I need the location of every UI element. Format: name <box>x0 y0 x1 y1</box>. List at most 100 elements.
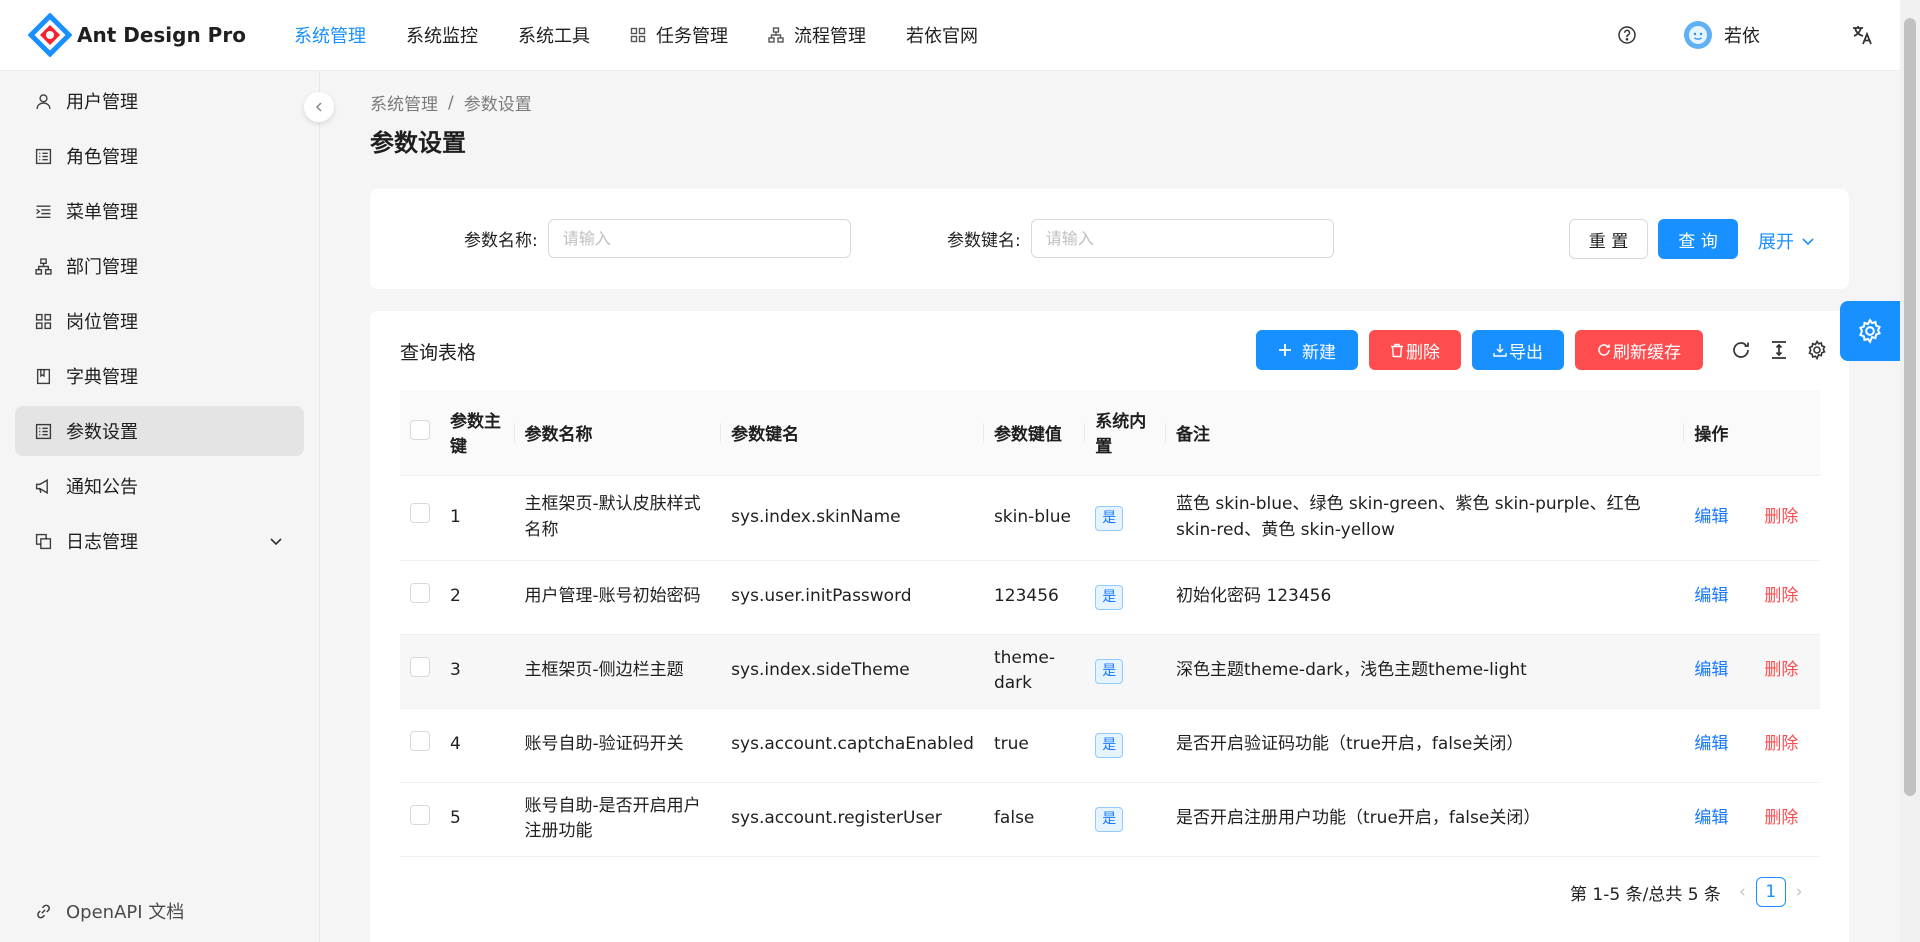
sidebar-item-dictionary-management[interactable]: 字典管理 <box>15 351 304 401</box>
topnav-label: 任务管理 <box>655 26 728 47</box>
sidebar-item-role-management[interactable]: 角色管理 <box>15 131 304 181</box>
refresh-cache-button[interactable]: 刷新缓存 <box>1575 330 1703 370</box>
cluster-icon <box>768 27 784 43</box>
cell-remark: 是否开启注册用户功能（true开启，false关闭） <box>1166 782 1685 857</box>
link-icon <box>37 904 50 918</box>
translation-icon[interactable] <box>1850 23 1874 47</box>
edit-link[interactable]: 编辑 <box>1694 586 1728 606</box>
scrollbar-thumb[interactable] <box>1904 18 1916 796</box>
sidebar-item-user-management[interactable]: 用户管理 <box>15 76 304 126</box>
app-logo[interactable]: Ant Design Pro <box>28 13 246 57</box>
next-page-icon[interactable]: › <box>1796 882 1803 902</box>
delete-link[interactable]: 删除 <box>1764 507 1798 527</box>
edit-link[interactable]: 编辑 <box>1694 507 1728 527</box>
batch-delete-button[interactable]: 删除 <box>1369 330 1461 370</box>
param-name-input[interactable] <box>547 219 851 258</box>
param-name-label: 参数名称: <box>464 231 538 251</box>
profile-icon <box>35 423 52 439</box>
cell-id: 3 <box>440 634 515 709</box>
question-circle-icon[interactable] <box>1616 24 1638 46</box>
sidebar-item-parameter-settings[interactable]: 参数设置 <box>15 406 304 456</box>
row-checkbox[interactable] <box>410 804 430 825</box>
row-checkbox[interactable] <box>410 730 430 751</box>
topnav-item-system-tools[interactable]: 系统工具 <box>498 0 610 71</box>
cell-id: 5 <box>440 782 515 857</box>
topnav-item-task-management[interactable]: 任务管理 <box>610 0 748 71</box>
delete-link[interactable]: 删除 <box>1764 586 1798 606</box>
select-all-cell <box>400 390 440 476</box>
topnav-item-ruoyi-website[interactable]: 若依官网 <box>886 0 998 71</box>
reset-button[interactable]: 重 置 <box>1569 219 1648 259</box>
cell-id: 2 <box>440 560 515 635</box>
topnav-item-system-monitor[interactable]: 系统监控 <box>386 0 498 71</box>
user-menu[interactable]: 若依 <box>1684 21 1760 49</box>
menu-icon <box>36 204 51 218</box>
delete-link[interactable]: 删除 <box>1764 734 1798 754</box>
row-checkbox[interactable] <box>410 582 430 603</box>
row-select-cell <box>400 782 440 857</box>
table-row: 1 主框架页-默认皮肤样式名称 sys.index.skinName skin-… <box>400 475 1820 561</box>
topnav-item-system-management[interactable]: 系统管理 <box>274 0 386 71</box>
column-height-icon[interactable] <box>1768 339 1790 361</box>
delete-link[interactable]: 删除 <box>1764 660 1798 680</box>
row-select-cell <box>400 708 440 783</box>
table-header-row: 参数主键 参数名称 参数键名 参数键值 系统内置 备注 操作 <box>400 390 1820 476</box>
row-checkbox[interactable] <box>410 503 430 524</box>
breadcrumb-item[interactable]: 系统管理 <box>370 90 438 115</box>
param-key-input[interactable] <box>1030 219 1334 258</box>
sidebar-item-log-management[interactable]: 日志管理 <box>15 516 304 566</box>
row-checkbox[interactable] <box>410 656 430 677</box>
sidebar-item-notice[interactable]: 通知公告 <box>15 461 304 511</box>
search-form: 参数名称: 参数键名: 重 置 查 询 展开 <box>370 189 1849 289</box>
edit-link[interactable]: 编辑 <box>1694 660 1728 680</box>
param-key-field: 参数键名: <box>947 219 1334 258</box>
new-button[interactable]: 新建 <box>1256 330 1358 370</box>
export-button[interactable]: 导出 <box>1472 330 1564 370</box>
setting-icon[interactable] <box>1806 339 1828 361</box>
cell-builtin: 是 <box>1085 708 1167 783</box>
edit-link[interactable]: 编辑 <box>1694 734 1728 754</box>
expand-toggle[interactable]: 展开 <box>1758 228 1816 254</box>
cell-value: skin-blue <box>983 475 1086 561</box>
table-row: 2 用户管理-账号初始密码 sys.user.initPassword 1234… <box>400 560 1820 635</box>
column-header: 参数名称 <box>514 390 722 476</box>
sidebar-item-menu-management[interactable]: 菜单管理 <box>15 186 304 236</box>
book-icon <box>36 368 51 384</box>
cell-id: 1 <box>440 475 515 561</box>
breadcrumb: 系统管理 / 参数设置 <box>370 90 532 116</box>
sidebar-item-department-management[interactable]: 部门管理 <box>15 241 304 291</box>
cell-value: theme-dark <box>983 634 1086 709</box>
profile-icon <box>35 148 52 164</box>
page-scrollbar[interactable] <box>1900 0 1920 942</box>
query-button[interactable]: 查 询 <box>1658 219 1738 259</box>
download-icon <box>1493 344 1507 357</box>
cell-remark: 初始化密码 123456 <box>1166 560 1685 635</box>
reload-icon <box>1598 344 1610 356</box>
cell-key: sys.user.initPassword <box>721 560 984 635</box>
cell-actions: 编辑 删除 <box>1684 708 1820 783</box>
select-all-checkbox[interactable] <box>410 419 430 440</box>
delete-link[interactable]: 删除 <box>1764 808 1798 828</box>
sidebar-item-post-management[interactable]: 岗位管理 <box>15 296 304 346</box>
sidebar-collapse-button[interactable] <box>304 92 334 122</box>
table-row: 4 账号自助-验证码开关 sys.account.captchaEnabled … <box>400 708 1820 783</box>
sidebar-item-label: 岗位管理 <box>66 312 138 333</box>
edit-link[interactable]: 编辑 <box>1694 808 1728 828</box>
theme-settings-button[interactable] <box>1840 301 1900 361</box>
cell-value: true <box>983 708 1086 783</box>
cell-key: sys.index.sideTheme <box>721 634 984 709</box>
builtin-tag: 是 <box>1095 585 1124 610</box>
prev-page-icon[interactable]: ‹ <box>1739 882 1746 902</box>
page-number[interactable]: 1 <box>1755 877 1786 907</box>
reload-icon[interactable] <box>1730 339 1752 361</box>
builtin-tag: 是 <box>1095 659 1124 684</box>
openapi-docs-link[interactable]: OpenAPI 文档 <box>35 898 184 924</box>
cell-key: sys.index.skinName <box>721 475 984 561</box>
query-button-label: 查 询 <box>1678 231 1718 252</box>
cell-remark: 蓝色 skin-blue、绿色 skin-green、紫色 skin-purpl… <box>1166 475 1685 561</box>
topnav-label: 若依官网 <box>905 26 978 47</box>
page-title: 参数设置 <box>370 129 466 157</box>
cell-id: 4 <box>440 708 515 783</box>
top-header: Ant Design Pro 系统管理 系统监控 系统工具 任务管理 流程管理 … <box>0 0 1900 71</box>
topnav-item-workflow-management[interactable]: 流程管理 <box>748 0 886 71</box>
